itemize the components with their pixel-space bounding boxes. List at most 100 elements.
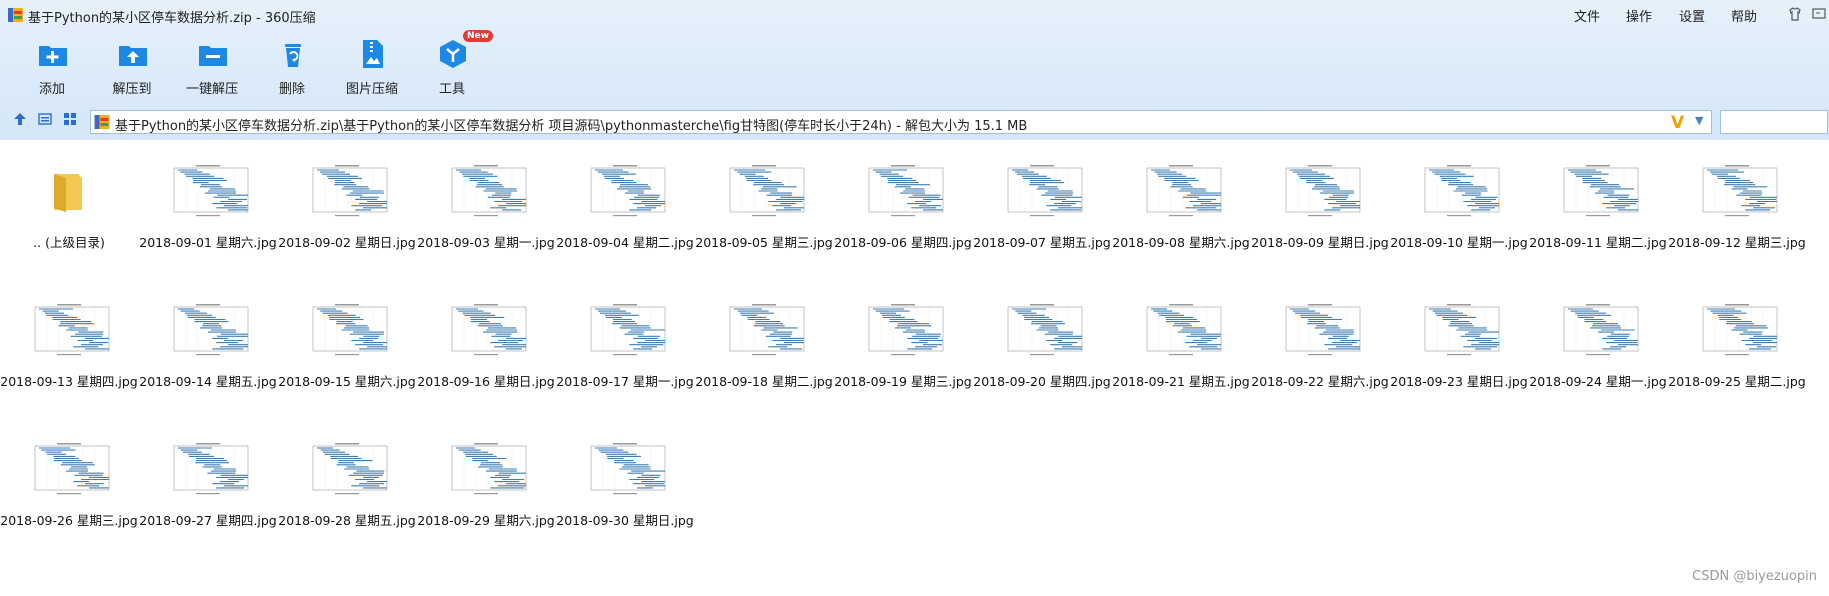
add-icon	[39, 46, 67, 66]
gantt-thumbnail	[27, 442, 111, 498]
image-file-item[interactable]: 2018-09-23 星期日.jpg	[1390, 279, 1528, 409]
image-file-item[interactable]: 2018-09-16 星期日.jpg	[417, 279, 555, 409]
zip-archive-icon	[94, 115, 110, 129]
gantt-thumbnail	[1000, 164, 1084, 220]
image-file-item[interactable]: 2018-09-06 星期四.jpg	[834, 140, 972, 270]
feedback-icon[interactable]	[1810, 6, 1828, 24]
window-chrome: 基于Python的某小区停车数据分析.zip - 360压缩 文件 操作 设置 …	[0, 0, 1829, 140]
parent-folder-item[interactable]: .. (上级目录)	[0, 140, 138, 270]
image-file-item[interactable]: 2018-09-29 星期六.jpg	[417, 418, 555, 548]
extract-to-button[interactable]: 解压到	[87, 34, 177, 104]
delete-label: 删除	[278, 82, 305, 97]
gantt-thumbnail	[444, 164, 528, 220]
image-compress-button[interactable]: 图片压缩	[327, 34, 417, 104]
file-name-label: 2018-09-11 星期二.jpg	[1529, 235, 1667, 250]
gantt-thumbnail	[583, 442, 667, 498]
image-file-item[interactable]: 2018-09-03 星期一.jpg	[417, 140, 555, 270]
file-name-label: 2018-09-14 星期五.jpg	[139, 374, 277, 389]
image-file-item[interactable]: 2018-09-22 星期六.jpg	[1251, 279, 1389, 409]
gantt-thumbnail	[444, 442, 528, 498]
gantt-thumbnail	[722, 303, 806, 359]
image-compress-icon	[363, 40, 383, 68]
gantt-thumbnail	[1695, 164, 1779, 220]
image-file-item[interactable]: 2018-09-10 星期一.jpg	[1390, 140, 1528, 270]
image-file-item[interactable]: 2018-09-30 星期日.jpg	[556, 418, 694, 548]
path-field[interactable]: 基于Python的某小区停车数据分析.zip\基于Python的某小区停车数据分…	[90, 110, 1712, 134]
watermark: CSDN @biyezuopin	[1692, 569, 1817, 584]
menu-file[interactable]: 文件	[1574, 6, 1600, 25]
gantt-thumbnail	[166, 164, 250, 220]
delete-icon	[285, 44, 301, 67]
delete-button[interactable]: 删除	[247, 34, 337, 104]
image-compress-label: 图片压缩	[345, 82, 398, 97]
gantt-thumbnail	[1000, 303, 1084, 359]
image-file-item[interactable]: 2018-09-13 星期四.jpg	[0, 279, 138, 409]
title-bar: 基于Python的某小区停车数据分析.zip - 360压缩 文件 操作 设置 …	[0, 0, 1829, 30]
gantt-thumbnail	[27, 303, 111, 359]
gantt-thumbnail	[444, 303, 528, 359]
one-click-extract-label: 一键解压	[185, 82, 238, 97]
image-file-item[interactable]: 2018-09-27 星期四.jpg	[139, 418, 277, 548]
detail-view-icon[interactable]	[35, 112, 55, 132]
image-file-item[interactable]: 2018-09-20 星期四.jpg	[973, 279, 1111, 409]
image-file-item[interactable]: 2018-09-02 星期日.jpg	[278, 140, 416, 270]
file-name-label: .. (上级目录)	[33, 235, 105, 250]
image-file-item[interactable]: 2018-09-18 星期二.jpg	[695, 279, 833, 409]
image-file-item[interactable]: 2018-09-05 星期三.jpg	[695, 140, 833, 270]
file-name-label: 2018-09-13 星期四.jpg	[0, 374, 138, 389]
menu-operate[interactable]: 操作	[1626, 6, 1652, 25]
zip-archive-icon	[8, 8, 23, 22]
toolbar: 添加 解压到 一键解压 删除 图片压缩 New 工具	[0, 30, 1829, 104]
image-file-item[interactable]: 2018-09-09 星期日.jpg	[1251, 140, 1389, 270]
add-label: 添加	[38, 82, 65, 97]
image-file-item[interactable]: 2018-09-04 星期二.jpg	[556, 140, 694, 270]
gantt-thumbnail	[1278, 303, 1362, 359]
file-name-label: 2018-09-26 星期三.jpg	[0, 513, 138, 528]
new-badge: New	[463, 30, 493, 42]
image-file-item[interactable]: 2018-09-15 星期六.jpg	[278, 279, 416, 409]
gantt-thumbnail	[722, 164, 806, 220]
image-file-item[interactable]: 2018-09-08 星期六.jpg	[1112, 140, 1250, 270]
image-file-item[interactable]: 2018-09-14 星期五.jpg	[139, 279, 277, 409]
file-name-label: 2018-09-21 星期五.jpg	[1112, 374, 1250, 389]
path-dropdown-icon[interactable]: ▼	[1695, 114, 1703, 127]
tools-label: 工具	[438, 82, 465, 97]
gantt-thumbnail	[166, 303, 250, 359]
image-file-item[interactable]: 2018-09-17 星期一.jpg	[556, 279, 694, 409]
add-button[interactable]: 添加	[7, 34, 97, 104]
image-file-item[interactable]: 2018-09-28 星期五.jpg	[278, 418, 416, 548]
extract-to-icon	[119, 46, 147, 66]
file-name-label: 2018-09-24 星期一.jpg	[1529, 374, 1667, 389]
one-click-extract-button[interactable]: 一键解压	[167, 34, 257, 104]
gantt-thumbnail	[1278, 164, 1362, 220]
image-file-item[interactable]: 2018-09-07 星期五.jpg	[973, 140, 1111, 270]
v-logo-icon[interactable]: V	[1671, 113, 1684, 133]
file-name-label: 2018-09-06 星期四.jpg	[834, 235, 972, 250]
skin-icon[interactable]	[1786, 6, 1804, 24]
image-file-item[interactable]: 2018-09-11 星期二.jpg	[1529, 140, 1667, 270]
gantt-thumbnail	[861, 303, 945, 359]
search-input[interactable]	[1720, 110, 1828, 134]
menu-help[interactable]: 帮助	[1731, 6, 1757, 25]
file-name-label: 2018-09-07 星期五.jpg	[973, 235, 1111, 250]
gantt-thumbnail	[1417, 303, 1501, 359]
file-name-label: 2018-09-01 星期六.jpg	[139, 235, 277, 250]
file-name-label: 2018-09-30 星期日.jpg	[556, 513, 694, 528]
file-name-label: 2018-09-03 星期一.jpg	[417, 235, 555, 250]
gantt-thumbnail	[305, 442, 389, 498]
image-file-item[interactable]: 2018-09-21 星期五.jpg	[1112, 279, 1250, 409]
image-file-item[interactable]: 2018-09-12 星期三.jpg	[1668, 140, 1806, 270]
image-file-item[interactable]: 2018-09-26 星期三.jpg	[0, 418, 138, 548]
image-file-item[interactable]: 2018-09-01 星期六.jpg	[139, 140, 277, 270]
image-file-item[interactable]: 2018-09-25 星期二.jpg	[1668, 279, 1806, 409]
image-file-item[interactable]: 2018-09-24 星期一.jpg	[1529, 279, 1667, 409]
gantt-thumbnail	[1556, 303, 1640, 359]
gantt-thumbnail	[1417, 164, 1501, 220]
thumbnail-view-icon[interactable]	[60, 112, 80, 132]
tools-button[interactable]: New 工具	[407, 30, 497, 104]
image-file-item[interactable]: 2018-09-19 星期三.jpg	[834, 279, 972, 409]
file-name-label: 2018-09-08 星期六.jpg	[1112, 235, 1250, 250]
menu-settings[interactable]: 设置	[1679, 6, 1705, 25]
gantt-thumbnail	[1556, 164, 1640, 220]
up-arrow-icon[interactable]	[10, 112, 30, 132]
